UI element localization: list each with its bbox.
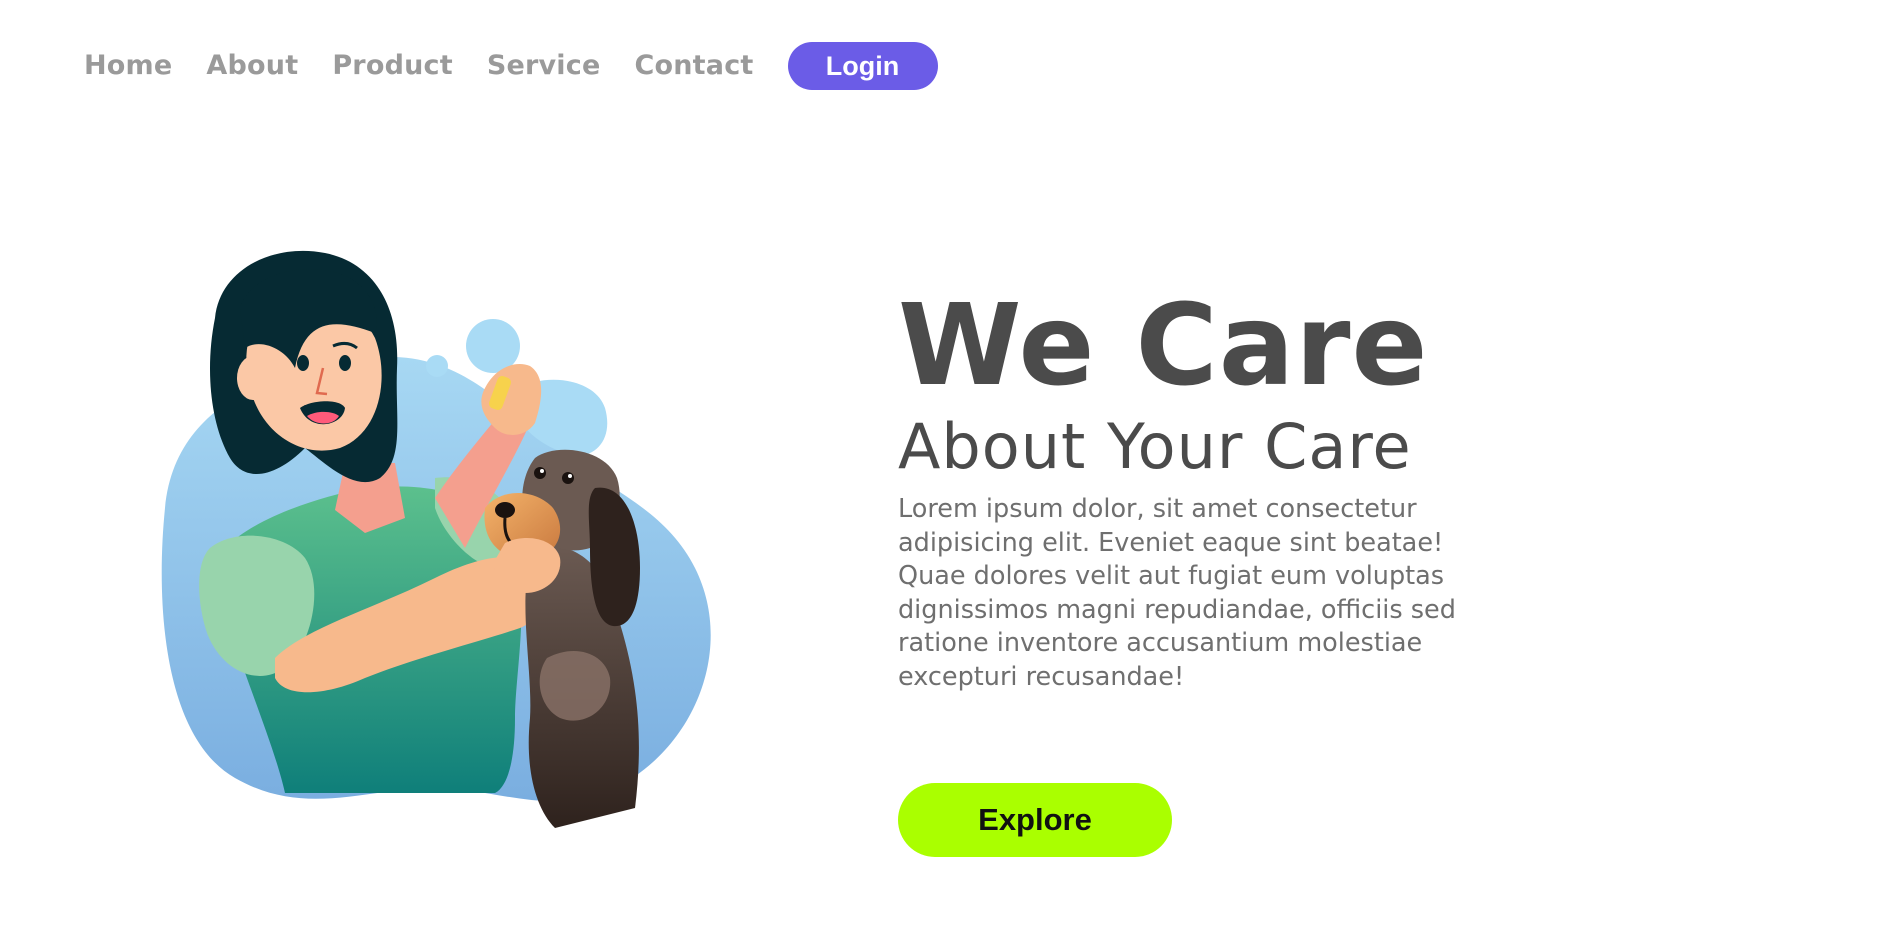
explore-button[interactable]: Explore: [898, 783, 1172, 857]
hero-description: Lorem ipsum dolor, sit amet consectetur …: [898, 494, 1456, 692]
nav-link-contact[interactable]: Contact: [634, 42, 753, 90]
woman-ear: [237, 356, 269, 400]
nav-link-product[interactable]: Product: [332, 42, 453, 90]
dog-eye-left: [534, 467, 546, 479]
bubble-large: [466, 319, 520, 373]
landing-page: Home About Product Service Contact Login: [0, 0, 1903, 933]
dog-nose: [495, 502, 515, 518]
hero-subtitle: About Your Care: [898, 410, 1412, 483]
bubble-small: [426, 355, 448, 377]
login-button[interactable]: Login: [787, 42, 938, 90]
nav-link-service[interactable]: Service: [487, 42, 601, 90]
hero-illustration: [135, 248, 795, 838]
hero-text: We Care About Your Care Lorem ipsum dolo…: [898, 290, 1518, 694]
dog-eye-right: [562, 472, 574, 484]
nav-link-about[interactable]: About: [206, 42, 298, 90]
nav-link-home[interactable]: Home: [84, 42, 172, 90]
vet-dog-illustration: [161, 250, 711, 828]
top-nav: Home About Product Service Contact Login: [84, 42, 938, 90]
hero-title: We Care: [898, 281, 1429, 411]
woman-eye-left: [297, 355, 309, 371]
woman-eye-right: [339, 355, 351, 371]
